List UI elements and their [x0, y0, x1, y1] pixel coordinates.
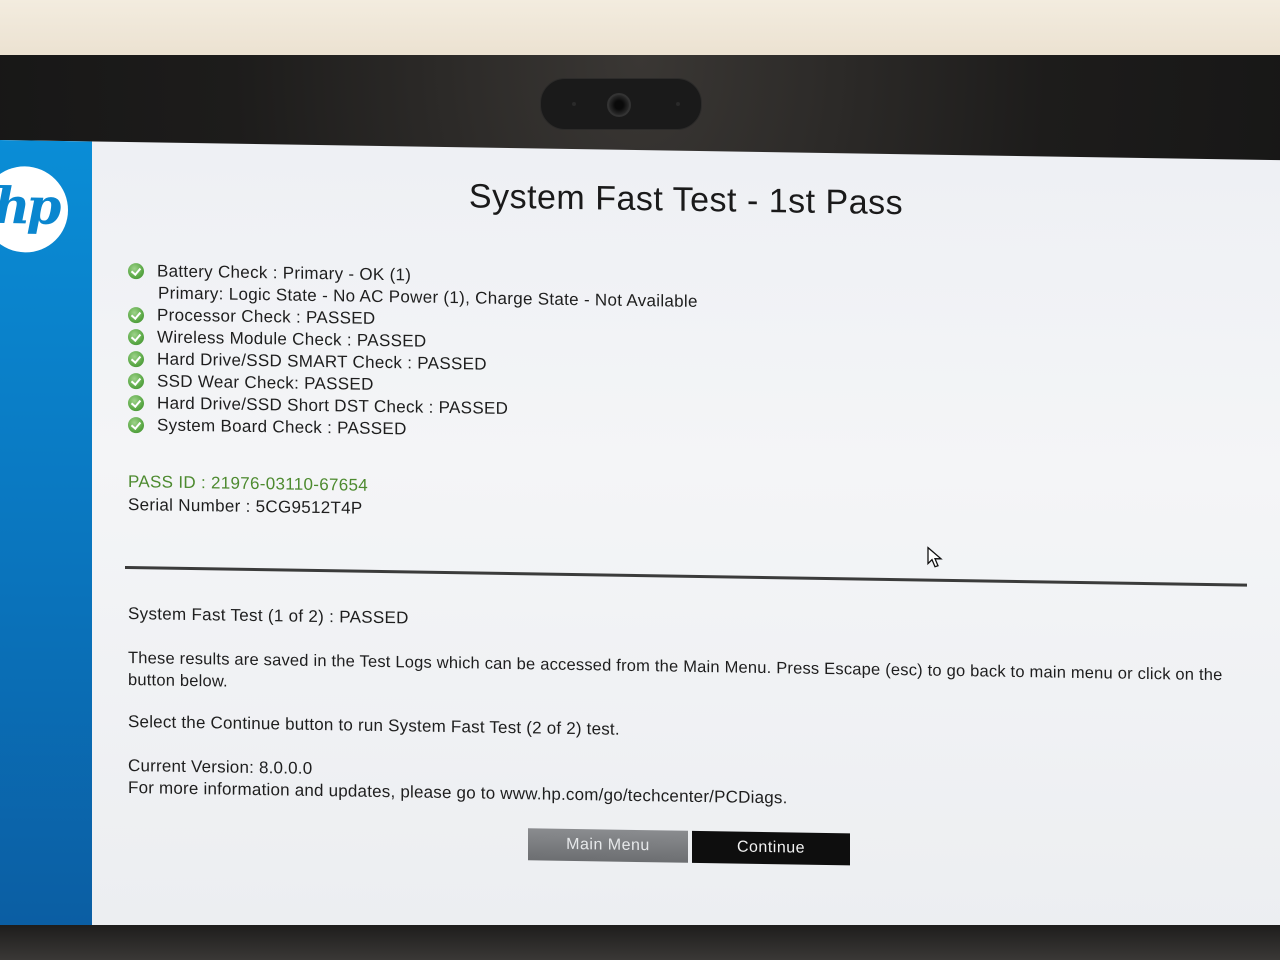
check-circle-icon [128, 395, 144, 412]
sensor-dot-icon [572, 102, 576, 106]
check-circle-icon [128, 307, 144, 324]
check-label: Processor Check : PASSED [157, 305, 376, 328]
hp-sidebar: hp [0, 140, 92, 927]
continue-button[interactable]: Continue [692, 830, 850, 866]
hp-logo-text: hp [0, 175, 58, 236]
serial-number: Serial Number : 5CG9512T4P [128, 495, 363, 518]
check-label: Battery Check : Primary - OK (1) [157, 261, 412, 285]
check-label: SSD Wear Check: PASSED [157, 371, 374, 394]
main-menu-button[interactable]: Main Menu [528, 828, 688, 863]
check-list: Battery Check : Primary - OK (1) Primary… [128, 260, 888, 448]
continue-instruction: Select the Continue button to run System… [128, 712, 620, 739]
check-circle-icon [128, 373, 144, 390]
webcam-icon [607, 93, 631, 117]
laptop-bottom-bezel [0, 925, 1280, 960]
check-circle-icon [128, 263, 144, 280]
check-label: System Board Check : PASSED [157, 415, 407, 439]
current-version: Current Version: 8.0.0.0 [128, 756, 313, 778]
check-circle-icon [128, 351, 144, 368]
diagnostics-screen: hp System Fast Test - 1st Pass Battery C… [0, 140, 1280, 946]
check-label: Wireless Module Check : PASSED [157, 327, 427, 351]
saved-results-note: These results are saved in the Test Logs… [128, 649, 1223, 691]
sensor-dot-icon [676, 102, 680, 106]
check-circle-icon [128, 329, 144, 346]
page-title: System Fast Test - 1st Pass [468, 177, 904, 223]
check-circle-icon [128, 417, 144, 434]
more-info-link: For more information and updates, please… [128, 778, 788, 808]
background-wall [0, 0, 1280, 60]
test-summary: System Fast Test (1 of 2) : PASSED [128, 604, 409, 628]
mouse-cursor-icon [927, 546, 943, 568]
pass-id: PASS ID : 21976-03110-67654 [128, 472, 368, 495]
section-divider [125, 565, 1247, 587]
